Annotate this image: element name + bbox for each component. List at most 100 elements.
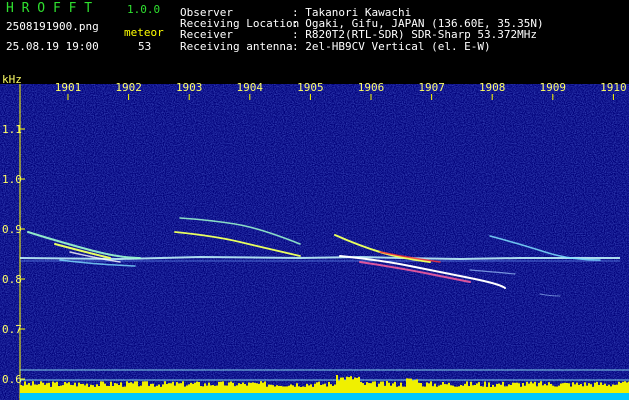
signal-bar bbox=[624, 381, 626, 393]
signal-bar bbox=[144, 381, 146, 393]
signal-bar bbox=[20, 385, 22, 393]
signal-bar bbox=[22, 385, 24, 393]
signal-bar bbox=[508, 384, 510, 393]
signal-bar bbox=[324, 383, 326, 393]
signal-bar bbox=[204, 383, 206, 393]
signal-bar bbox=[410, 378, 412, 393]
signal-bar bbox=[470, 381, 472, 393]
signal-bar bbox=[154, 386, 156, 393]
signal-bar bbox=[620, 382, 622, 393]
filename: 2508191900.png bbox=[6, 20, 99, 33]
signal-bar bbox=[304, 386, 306, 393]
signal-bar bbox=[302, 386, 304, 393]
signal-bar bbox=[194, 382, 196, 393]
signal-bar bbox=[530, 381, 532, 393]
signal-bar bbox=[612, 384, 614, 393]
signal-bar bbox=[578, 384, 580, 393]
signal-bar bbox=[460, 385, 462, 393]
signal-bar bbox=[446, 384, 448, 393]
signal-bar bbox=[588, 383, 590, 393]
meteor-count: 53 bbox=[138, 40, 152, 53]
signal-bar bbox=[412, 380, 414, 393]
signal-bar bbox=[76, 386, 78, 393]
signal-bar bbox=[498, 383, 500, 393]
signal-bar bbox=[316, 382, 318, 393]
signal-bar bbox=[148, 386, 150, 393]
signal-bar bbox=[518, 383, 520, 393]
signal-bar bbox=[74, 382, 76, 393]
signal-bar bbox=[328, 381, 330, 393]
signal-bar bbox=[168, 383, 170, 393]
signal-bar bbox=[566, 382, 568, 393]
signal-bar bbox=[24, 381, 26, 393]
signal-bar bbox=[514, 382, 516, 393]
signal-bar bbox=[416, 379, 418, 393]
signal-bar bbox=[580, 384, 582, 393]
signal-bar bbox=[278, 385, 280, 393]
signal-bar bbox=[396, 386, 398, 393]
signal-bar bbox=[448, 382, 450, 393]
signal-bar bbox=[182, 381, 184, 393]
signal-bar bbox=[96, 384, 98, 393]
signal-bar bbox=[274, 386, 276, 393]
signal-bar bbox=[458, 386, 460, 393]
signal-bar bbox=[332, 385, 334, 393]
signal-bar bbox=[110, 381, 112, 393]
signal-bar bbox=[462, 385, 464, 393]
signal-bar bbox=[46, 383, 48, 393]
signal-bar bbox=[108, 385, 110, 393]
signal-bar bbox=[246, 385, 248, 393]
signal-bar bbox=[378, 383, 380, 393]
signal-bar bbox=[362, 383, 364, 393]
signal-bar bbox=[604, 383, 606, 393]
signal-bar bbox=[342, 377, 344, 393]
signal-bar bbox=[602, 384, 604, 393]
signal-bar bbox=[172, 381, 174, 393]
signal-bar bbox=[540, 381, 542, 393]
signal-bar bbox=[158, 384, 160, 393]
signal-bar bbox=[320, 384, 322, 393]
time-tick-label: 1903 bbox=[176, 81, 203, 94]
signal-bar bbox=[606, 385, 608, 393]
signal-bar bbox=[102, 381, 104, 393]
signal-bar bbox=[548, 382, 550, 393]
freq-tick-label: 0.8 bbox=[2, 273, 22, 286]
signal-bar bbox=[126, 381, 128, 393]
signal-bar bbox=[426, 382, 428, 393]
meteor-label: meteor bbox=[124, 26, 164, 39]
signal-bar bbox=[432, 386, 434, 393]
signal-bar bbox=[238, 383, 240, 393]
signal-bar bbox=[90, 384, 92, 393]
signal-bar bbox=[232, 382, 234, 393]
signal-bar bbox=[608, 384, 610, 393]
signal-bar bbox=[598, 384, 600, 393]
signal-bar bbox=[48, 382, 50, 393]
signal-bar bbox=[264, 381, 266, 393]
signal-bar bbox=[422, 386, 424, 393]
signal-bar bbox=[312, 386, 314, 393]
signal-bar bbox=[200, 386, 202, 393]
signal-bar bbox=[288, 385, 290, 393]
signal-bar bbox=[574, 384, 576, 393]
signal-bar bbox=[88, 386, 90, 393]
signal-bar bbox=[444, 384, 446, 393]
signal-bar bbox=[72, 385, 74, 393]
signal-bar bbox=[596, 381, 598, 393]
signal-bar bbox=[322, 384, 324, 393]
signal-bar bbox=[618, 381, 620, 393]
signal-bar bbox=[38, 384, 40, 393]
signal-bar bbox=[550, 383, 552, 393]
signal-bar bbox=[568, 383, 570, 393]
signal-bar bbox=[40, 381, 42, 393]
signal-bar bbox=[60, 385, 62, 393]
signal-bar bbox=[350, 376, 352, 393]
signal-bar bbox=[334, 384, 336, 393]
signal-bar bbox=[150, 384, 152, 393]
signal-bar bbox=[176, 382, 178, 393]
app-version: 1.0.0 bbox=[127, 3, 161, 16]
signal-bar bbox=[296, 383, 298, 393]
signal-bar bbox=[202, 386, 204, 393]
signal-bar bbox=[190, 382, 192, 393]
signal-bar bbox=[538, 382, 540, 393]
time-tick-label: 1906 bbox=[358, 81, 385, 94]
